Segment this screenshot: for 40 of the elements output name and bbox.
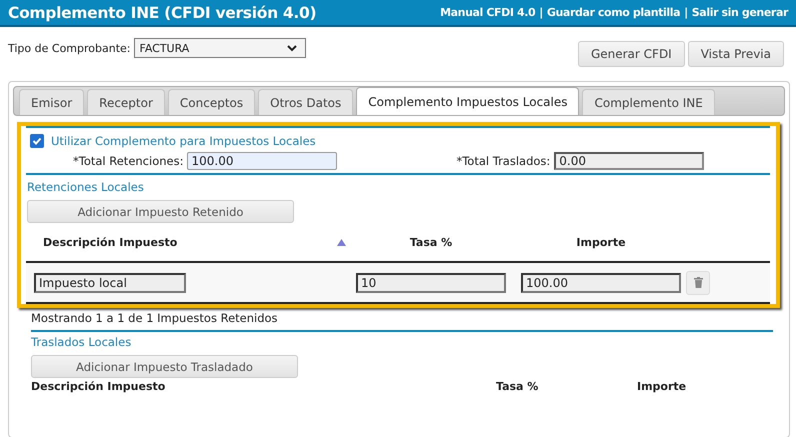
action-button[interactable]: Vista Previa bbox=[688, 41, 784, 67]
amount-field[interactable]: 100.00 bbox=[521, 272, 681, 292]
window-title: Complemento INE (CFDI versión 4.0) bbox=[8, 4, 316, 22]
field-label: Tipo de Comprobante: bbox=[8, 41, 130, 55]
total-field[interactable]: 0.00 bbox=[554, 152, 704, 170]
chevron-down-icon bbox=[286, 44, 296, 52]
section-title: Retenciones Locales bbox=[27, 180, 144, 194]
tab[interactable]: Conceptos bbox=[168, 89, 256, 115]
add-button[interactable]: Adicionar Impuesto Trasladado bbox=[31, 355, 298, 378]
column-header[interactable]: Descripción Impuesto bbox=[26, 236, 332, 248]
checkbox-label: Utilizar Complemento para Impuestos Locales bbox=[51, 134, 316, 148]
tab[interactable]: Complemento INE bbox=[582, 89, 715, 115]
header-link[interactable]: Manual CFDI 4.0 bbox=[440, 6, 536, 19]
column-header[interactable]: Tasa % bbox=[346, 236, 516, 248]
add-button[interactable]: Adicionar Impuesto Retenido bbox=[27, 200, 294, 223]
section-title: Traslados Locales bbox=[31, 335, 132, 349]
header-link[interactable]: Guardar como plantilla bbox=[546, 6, 680, 19]
tab[interactable]: Otros Datos bbox=[258, 89, 354, 115]
rate-field[interactable]: 10 bbox=[356, 272, 506, 292]
link-separator: | bbox=[539, 6, 543, 19]
column-header[interactable]: Importe bbox=[516, 236, 686, 248]
field-label: *Total Traslados: bbox=[456, 154, 550, 168]
type-dropdown[interactable]: FACTURA bbox=[134, 38, 306, 58]
delete-button[interactable] bbox=[686, 270, 710, 294]
checkbox[interactable] bbox=[30, 134, 44, 148]
table-summary: Mostrando 1 a 1 de 1 Impuestos Retenidos bbox=[31, 311, 278, 325]
total-field[interactable]: 100.00 bbox=[187, 152, 338, 170]
field-label: *Total Retenciones: bbox=[73, 154, 184, 168]
tab[interactable]: Complemento Impuestos Locales bbox=[356, 87, 580, 115]
column-header[interactable]: Descripción Impuesto bbox=[31, 380, 496, 393]
trash-icon bbox=[694, 277, 702, 288]
header-link[interactable]: Salir sin generar bbox=[692, 6, 788, 19]
column-header[interactable]: Importe bbox=[637, 380, 737, 393]
description-field[interactable]: Impuesto local bbox=[34, 272, 186, 292]
tab[interactable]: Emisor bbox=[19, 89, 84, 115]
tab[interactable]: Receptor bbox=[87, 89, 165, 115]
action-button[interactable]: Generar CFDI bbox=[578, 41, 685, 67]
link-separator: | bbox=[684, 6, 688, 19]
column-header[interactable]: Tasa % bbox=[496, 380, 637, 393]
sort-icon bbox=[337, 238, 346, 246]
